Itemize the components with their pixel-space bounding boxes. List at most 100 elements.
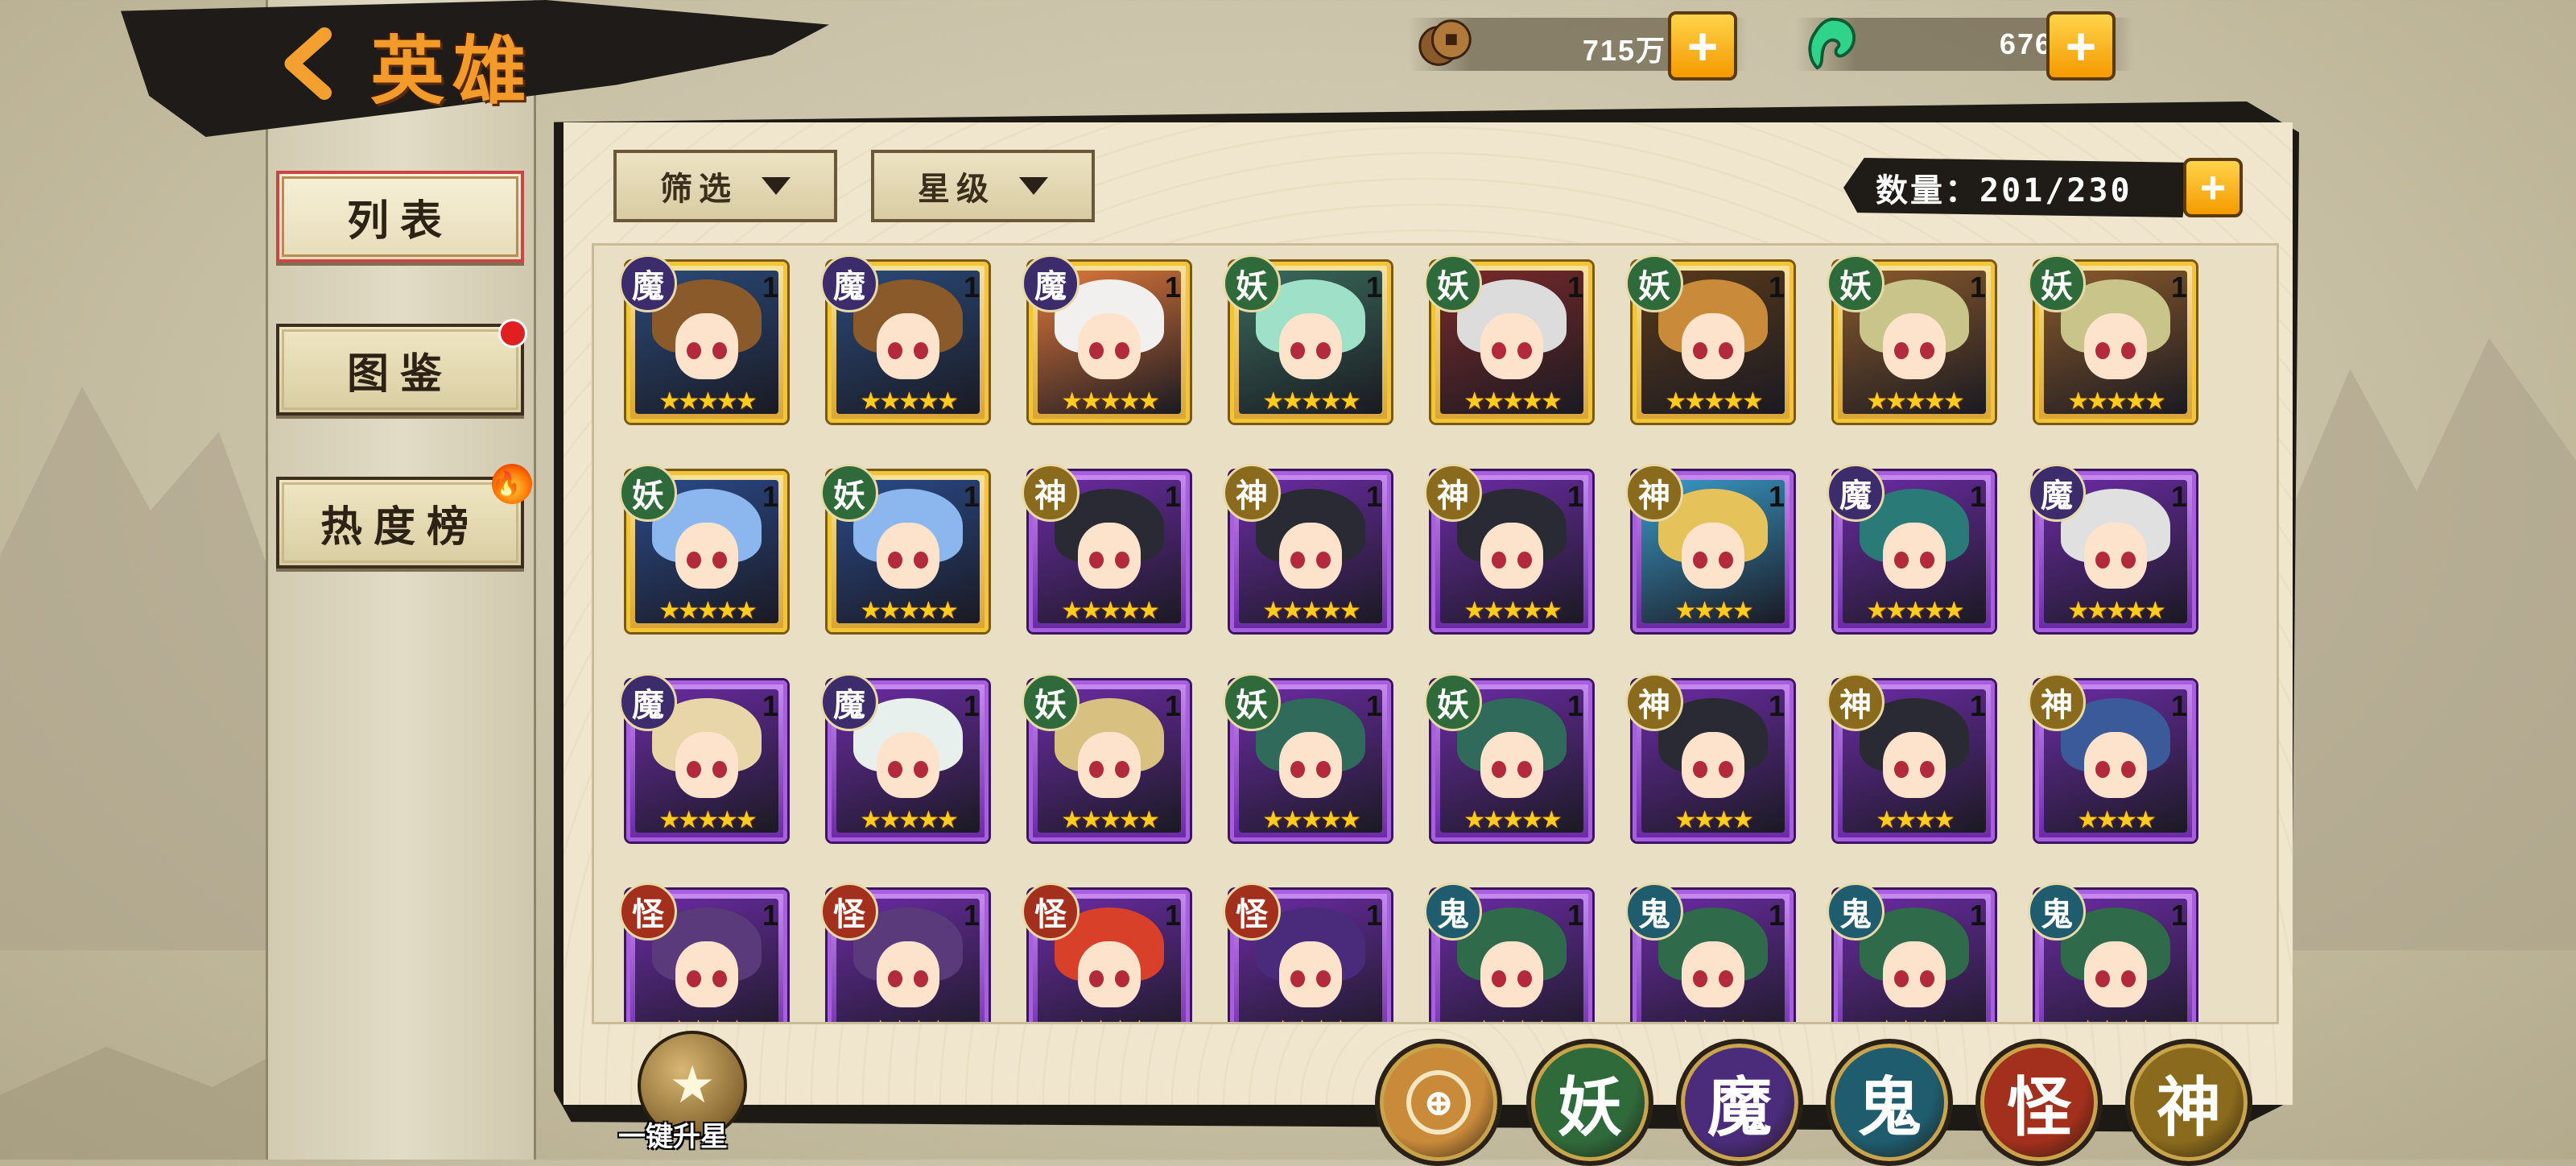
hero-eye (888, 761, 902, 779)
upgrade-all-label: 一键升星 (618, 1123, 728, 1152)
faction-tab-yao[interactable]: 妖 (1526, 1039, 1653, 1166)
hero-card[interactable]: 妖 1 ★★★★★ (1827, 254, 1995, 423)
hero-level: 1 (762, 689, 778, 722)
star-rating: ★★★★★ (1061, 597, 1159, 624)
hero-level: 1 (963, 271, 980, 304)
hero-eye (1920, 342, 1934, 360)
hero-card[interactable]: 魔 1 ★★★★★ (619, 254, 787, 423)
faction-badge: 魔 (2028, 464, 2086, 522)
hero-card[interactable]: 魔 1 ★★★★★ (1022, 254, 1190, 423)
add-jade-button[interactable]: + (2046, 11, 2116, 81)
hero-card[interactable]: 妖 1 ★★★★★ (1022, 673, 1190, 841)
hero-card[interactable]: 妖 1 ★★★★★ (1424, 673, 1592, 841)
hero-eye (1089, 761, 1104, 779)
faction-badge: 妖 (1022, 673, 1080, 731)
hero-eye (1316, 552, 1331, 569)
sidebar-item-ranking[interactable]: 热度榜 🔥 (276, 464, 532, 569)
hero-face (1077, 313, 1141, 380)
hero-card[interactable]: 妖 1 ★★★★★ (820, 464, 989, 632)
hero-eye (1115, 552, 1129, 569)
filter-dropdown[interactable]: 筛选 (613, 150, 837, 222)
hero-card[interactable]: 妖 1 ★★★★★ (1223, 254, 1391, 423)
hero-card[interactable]: 魔 1 ★★★★★ (2028, 464, 2196, 632)
hero-card[interactable]: 神 1 ★★★★★ (1022, 464, 1190, 632)
star-rating: ★★★★ (2047, 1015, 2184, 1022)
hero-face (1278, 313, 1343, 380)
hero-card[interactable]: 神 1 ★★★★ (1625, 464, 1794, 632)
star-level-dropdown[interactable]: 星级 (871, 150, 1095, 222)
hero-card[interactable]: 妖 1 ★★★★★ (2028, 254, 2196, 423)
faction-badge: 神 (1223, 464, 1281, 522)
hero-card[interactable]: 鬼 1 ★★★★ (2028, 883, 2196, 1022)
triangle-down-icon (762, 177, 791, 195)
page-title: 英雄 (370, 27, 535, 114)
hero-level: 1 (762, 271, 778, 304)
add-coins-button[interactable]: + (1668, 11, 1737, 81)
faction-badge: 魔 (619, 254, 677, 312)
hero-face (1278, 941, 1343, 1008)
hero-card[interactable]: 神 1 ★★★★★ (1223, 464, 1391, 632)
hero-eye (1894, 970, 1909, 988)
plus-icon: + (1686, 16, 1719, 76)
star-rating: ★★★★★ (1866, 597, 1964, 624)
chevron-left-icon (284, 27, 332, 100)
hero-card[interactable]: 神 1 ★★★★ (2028, 673, 2196, 841)
hero-card[interactable]: 神 1 ★★★★★ (1424, 464, 1592, 632)
hero-card[interactable]: 神 1 ★★★★ (1827, 673, 1995, 841)
hero-face (1681, 523, 1745, 589)
hero-card[interactable]: 鬼 1 ★★★★ (1625, 883, 1794, 1022)
hero-eye (2121, 342, 2136, 360)
hero-eye (1290, 552, 1305, 569)
coin-icon (1418, 19, 1472, 66)
hero-card[interactable]: 神 1 ★★★★ (1625, 673, 1794, 841)
faction-badge: 神 (1827, 673, 1885, 731)
back-button[interactable] (266, 19, 354, 108)
expand-capacity-button[interactable]: + (2183, 158, 2243, 217)
hero-card[interactable]: 妖 1 ★★★★★ (1424, 254, 1592, 423)
hero-card[interactable]: 鬼 1 ★★★★ (1827, 883, 1995, 1022)
hero-eye (914, 342, 928, 360)
hero-card[interactable]: 妖 1 ★★★★★ (1625, 254, 1794, 423)
faction-tab-gui[interactable]: 鬼 (1826, 1039, 1953, 1166)
hero-card[interactable]: 妖 1 ★★★★★ (619, 464, 787, 632)
faction-badge: 妖 (1424, 673, 1482, 731)
plus-icon: + (2199, 162, 2227, 213)
hero-level: 1 (963, 480, 980, 513)
star-rating: ★★★★★ (1061, 388, 1159, 415)
faction-tab-label: 神 (2157, 1069, 2221, 1145)
faction-tab-mo[interactable]: 魔 (1676, 1039, 1803, 1166)
star-rating: ★★★★★ (1463, 597, 1562, 624)
hero-card[interactable]: 怪 1 ★★★★ (1022, 883, 1190, 1022)
hero-level: 1 (1768, 899, 1785, 932)
star-rating: ★★★★ (638, 1015, 775, 1022)
faction-tab-all-factions[interactable]: ⊕ (1375, 1039, 1502, 1166)
hero-card[interactable]: 魔 1 ★★★★★ (820, 673, 989, 841)
sidebar-item-codex[interactable]: 图鉴 (276, 319, 527, 416)
star-rating: ★★★★★ (658, 807, 757, 833)
hero-eye (712, 970, 727, 988)
hero-card[interactable]: 妖 1 ★★★★★ (1223, 673, 1391, 841)
faction-tab-shen[interactable]: 神 (2125, 1039, 2252, 1166)
hero-card[interactable]: 鬼 1 ★★★★ (1424, 883, 1592, 1022)
hero-face (675, 732, 739, 799)
hero-eye (914, 552, 928, 569)
faction-badge: 怪 (619, 883, 677, 941)
faction-badge: 怪 (1223, 883, 1281, 941)
faction-badge: 魔 (619, 673, 677, 731)
hero-eye (2095, 552, 2110, 569)
hero-card[interactable]: 魔 1 ★★★★★ (619, 673, 787, 841)
hero-eye (1492, 552, 1506, 569)
hero-card[interactable]: 怪 1 ★★★★ (820, 883, 989, 1022)
sidebar-item-list[interactable]: 列表 (276, 171, 524, 263)
star-rating: ★★★★★ (1262, 597, 1360, 624)
hero-card[interactable]: 怪 1 ★★★★ (619, 883, 787, 1022)
star-rating: ★★★★ (1876, 807, 1955, 833)
hero-level: 1 (1567, 271, 1583, 304)
hero-eye (1719, 970, 1733, 988)
hero-card[interactable]: 怪 1 ★★★★ (1223, 883, 1391, 1022)
triangle-down-icon (1019, 177, 1048, 195)
faction-badge: 妖 (1223, 673, 1281, 731)
hero-card[interactable]: 魔 1 ★★★★★ (1827, 464, 1995, 632)
faction-tab-guai[interactable]: 怪 (1975, 1039, 2103, 1166)
hero-card[interactable]: 魔 1 ★★★★★ (820, 254, 989, 423)
